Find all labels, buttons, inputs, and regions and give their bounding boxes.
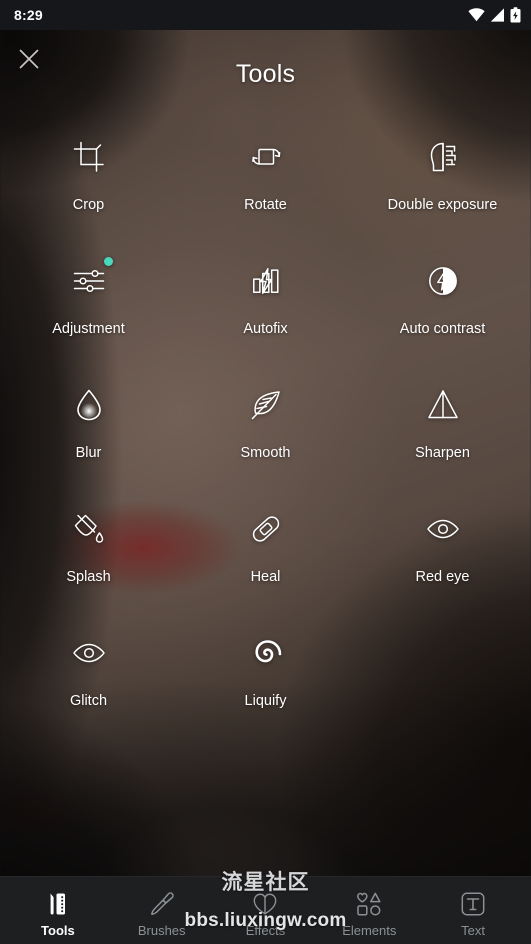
photo-editor-tools-screen: 8:29 Tools Crop Rotate Double exposure A… bbox=[0, 0, 531, 944]
paint-bucket-icon bbox=[68, 508, 110, 550]
autofix-icon bbox=[245, 260, 287, 302]
crop-icon bbox=[68, 136, 110, 178]
double-exposure-icon bbox=[422, 136, 464, 178]
elements-icon bbox=[356, 891, 382, 917]
tool-item-glitch[interactable]: Glitch bbox=[0, 614, 177, 738]
tool-label: Splash bbox=[66, 569, 111, 585]
nav-label: Text bbox=[461, 922, 485, 938]
feather-icon bbox=[245, 384, 287, 426]
nav-label: Elements bbox=[342, 922, 397, 938]
nav-item-text[interactable]: Text bbox=[421, 877, 525, 944]
tool-label: Liquify bbox=[244, 693, 287, 709]
tools-grid: Crop Rotate Double exposure Adjustment A… bbox=[0, 118, 531, 738]
brush-icon bbox=[149, 891, 175, 917]
tool-item-adjustment[interactable]: Adjustment bbox=[0, 242, 177, 366]
nav-label: Brushes bbox=[137, 922, 186, 938]
text-icon bbox=[460, 891, 486, 917]
blur-drop-icon bbox=[68, 384, 110, 426]
screen-header: Tools bbox=[0, 30, 531, 92]
new-badge-dot bbox=[103, 257, 113, 266]
tool-item-autofix[interactable]: Autofix bbox=[177, 242, 354, 366]
tool-item-crop[interactable]: Crop bbox=[0, 118, 177, 242]
bottom-navigation-bar: Tools Brushes Effects Elements Text bbox=[0, 876, 531, 944]
nav-item-effects[interactable]: Effects bbox=[214, 877, 318, 944]
bandage-icon bbox=[245, 508, 287, 550]
tool-label: Crop bbox=[72, 197, 105, 213]
tool-item-heal[interactable]: Heal bbox=[177, 490, 354, 614]
tool-label: Red eye bbox=[415, 569, 470, 585]
tool-label: Sharpen bbox=[415, 445, 470, 461]
wifi-icon bbox=[468, 8, 485, 22]
tools-icon bbox=[45, 891, 71, 917]
nav-label: Tools bbox=[41, 922, 75, 938]
status-bar: 8:29 bbox=[0, 0, 531, 30]
status-bar-icons bbox=[468, 7, 521, 23]
nav-item-brushes[interactable]: Brushes bbox=[110, 877, 214, 944]
status-bar-time: 8:29 bbox=[14, 7, 43, 23]
tool-label: Adjustment bbox=[52, 321, 125, 337]
tool-item-splash[interactable]: Splash bbox=[0, 490, 177, 614]
nav-label: Effects bbox=[245, 922, 286, 938]
sliders-icon bbox=[68, 257, 113, 302]
sharpen-triangle-icon bbox=[422, 384, 464, 426]
tool-label: Double exposure bbox=[387, 197, 498, 213]
tool-label: Heal bbox=[250, 569, 281, 585]
eye-icon bbox=[422, 508, 464, 550]
tool-label: Autofix bbox=[243, 321, 288, 337]
auto-contrast-icon bbox=[422, 260, 464, 302]
tool-item-blur[interactable]: Blur bbox=[0, 366, 177, 490]
tool-item-smooth[interactable]: Smooth bbox=[177, 366, 354, 490]
tool-label: Glitch bbox=[69, 693, 108, 709]
eye-icon bbox=[68, 632, 110, 674]
tool-item-liquify[interactable]: Liquify bbox=[177, 614, 354, 738]
effects-icon bbox=[252, 891, 278, 917]
tool-item-sharpen[interactable]: Sharpen bbox=[354, 366, 531, 490]
tool-label: Smooth bbox=[240, 445, 291, 461]
tool-label: Blur bbox=[75, 445, 102, 461]
nav-item-elements[interactable]: Elements bbox=[317, 877, 421, 944]
cell-signal-icon bbox=[490, 8, 505, 22]
tool-item-double-exposure[interactable]: Double exposure bbox=[354, 118, 531, 242]
tool-item-red-eye[interactable]: Red eye bbox=[354, 490, 531, 614]
rotate-icon bbox=[245, 136, 287, 178]
battery-charging-icon bbox=[510, 7, 521, 23]
spiral-icon bbox=[245, 632, 287, 674]
tool-item-auto-contrast[interactable]: Auto contrast bbox=[354, 242, 531, 366]
tool-label: Rotate bbox=[244, 197, 287, 213]
page-title: Tools bbox=[235, 60, 296, 88]
tool-label: Auto contrast bbox=[399, 321, 486, 337]
nav-item-tools[interactable]: Tools bbox=[6, 877, 110, 944]
tool-item-rotate[interactable]: Rotate bbox=[177, 118, 354, 242]
